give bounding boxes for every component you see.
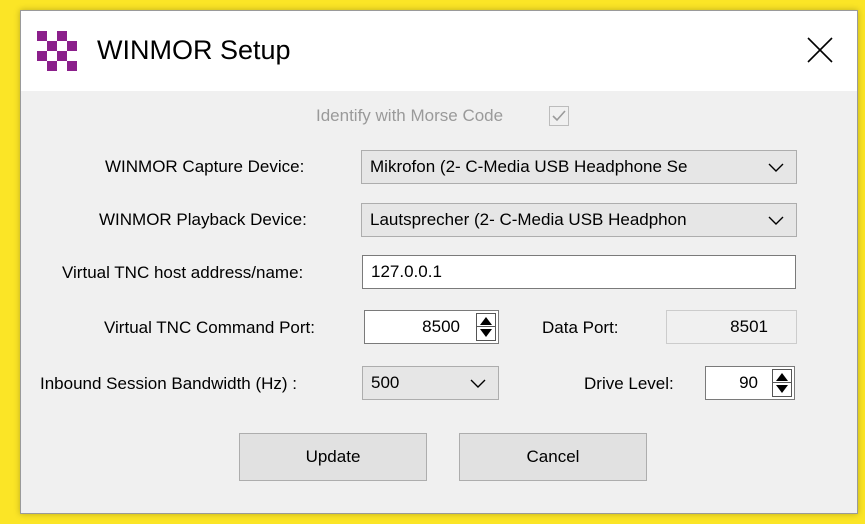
capture-device-value: Mikrofon (2- C-Media USB Headphone Se: [370, 157, 688, 176]
playback-device-value: Lautsprecher (2- C-Media USB Headphon: [370, 210, 687, 229]
host-address-input[interactable]: 127.0.0.1: [362, 255, 796, 289]
winmor-setup-dialog: WINMOR Setup Identify with Morse Code WI…: [20, 10, 858, 514]
chevron-down-icon: [470, 379, 486, 388]
close-button[interactable]: [785, 11, 857, 91]
playback-device-select[interactable]: Lautsprecher (2- C-Media USB Headphon: [361, 203, 797, 237]
drive-level-spin-arrows[interactable]: [772, 369, 792, 397]
arrow-down-icon[interactable]: [776, 385, 788, 393]
checkered-purple-icon: [37, 31, 77, 71]
bandwidth-select[interactable]: 500: [362, 366, 499, 400]
cancel-button[interactable]: Cancel: [459, 433, 647, 481]
arrow-up-icon[interactable]: [776, 373, 788, 381]
playback-device-label: WINMOR Playback Device:: [99, 210, 307, 229]
drive-level-value: 90: [739, 373, 758, 392]
arrow-down-icon[interactable]: [480, 329, 492, 337]
title-bar: WINMOR Setup: [21, 11, 857, 91]
command-port-spin-arrows[interactable]: [476, 313, 496, 341]
drive-level-stepper[interactable]: 90: [705, 366, 795, 400]
morse-checkbox[interactable]: [549, 106, 569, 126]
command-port-label: Virtual TNC Command Port:: [104, 318, 315, 337]
host-address-label: Virtual TNC host address/name:: [62, 263, 304, 282]
drive-level-label: Drive Level:: [584, 374, 674, 393]
data-port-input: 8501: [666, 310, 797, 344]
update-button[interactable]: Update: [239, 433, 427, 481]
capture-device-label: WINMOR Capture Device:: [105, 157, 305, 176]
command-port-stepper[interactable]: 8500: [364, 310, 499, 344]
command-port-value: 8500: [422, 317, 460, 336]
checkmark-icon: [552, 110, 566, 122]
arrow-up-icon[interactable]: [480, 317, 492, 325]
data-port-value: 8501: [730, 317, 768, 336]
morse-label: Identify with Morse Code: [316, 106, 504, 125]
bandwidth-label: Inbound Session Bandwidth (Hz) :: [40, 374, 298, 393]
chevron-down-icon: [768, 216, 784, 225]
host-address-value: 127.0.0.1: [371, 262, 442, 281]
capture-device-select[interactable]: Mikrofon (2- C-Media USB Headphone Se: [361, 150, 797, 184]
close-icon: [807, 37, 833, 63]
chevron-down-icon: [768, 163, 784, 172]
bandwidth-value: 500: [371, 373, 400, 392]
data-port-label: Data Port:: [542, 318, 619, 337]
window-title: WINMOR Setup: [97, 35, 291, 65]
